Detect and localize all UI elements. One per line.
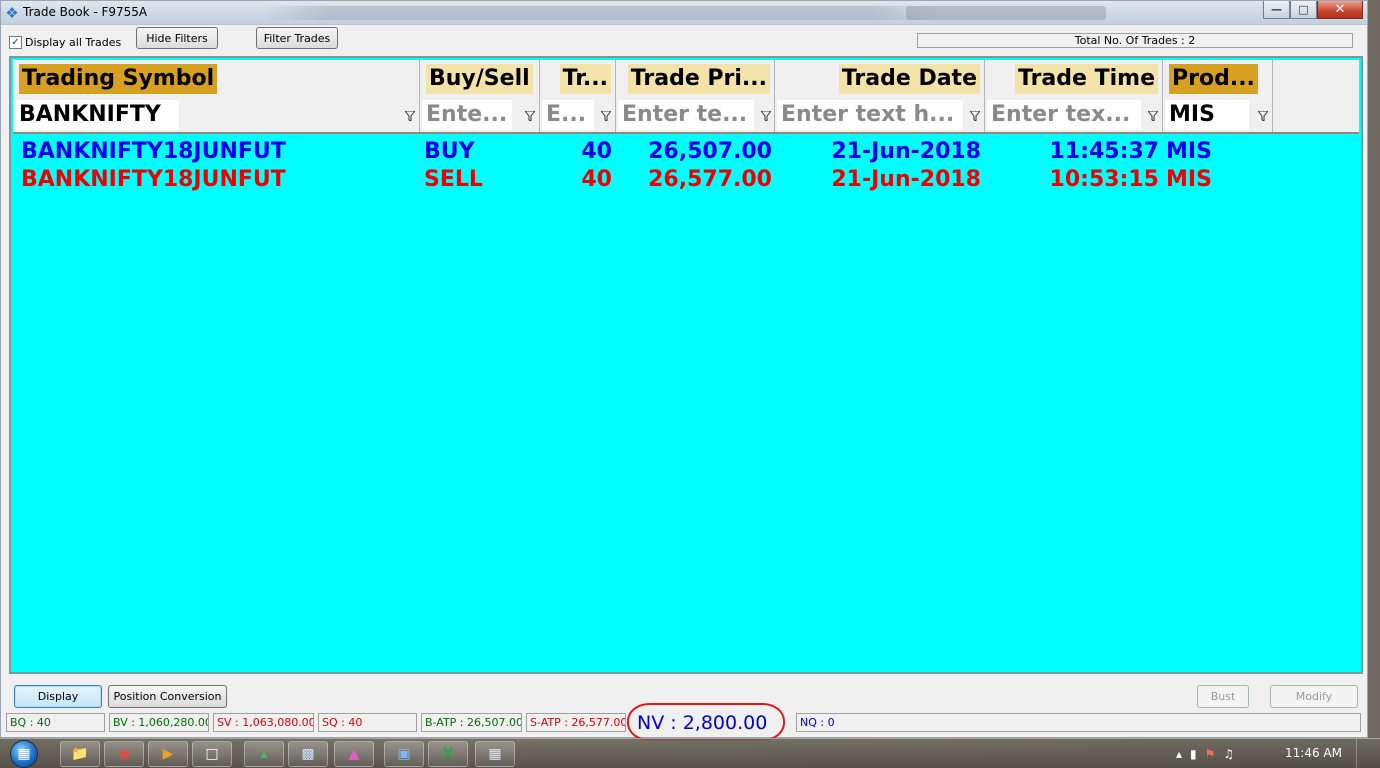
file-explorer-icon[interactable]: 📁	[60, 741, 100, 767]
column-header-trade-date[interactable]: Trade Date	[775, 60, 985, 98]
filter-funnel-icon[interactable]	[1147, 110, 1159, 122]
checkmark-icon[interactable]: ✓	[9, 36, 22, 49]
cell-trade-time: 11:45:37	[1049, 139, 1159, 164]
start-button[interactable]: ▦	[4, 739, 44, 768]
blurred-title-area	[261, 6, 941, 20]
filter-cell-trade-date: Enter text h...	[775, 98, 985, 132]
filter-cell-trade-price: Enter te...	[616, 98, 775, 132]
window-controls: — □ ✕	[1263, 1, 1363, 20]
header-row: Trading Symbol Buy/Sell Tr... Trade Pri.…	[13, 60, 1359, 98]
window-title: Trade Book - F9755A	[23, 5, 148, 19]
total-trades-count: Total No. Of Trades : 2	[917, 33, 1353, 48]
volume-icon[interactable]: ♫	[1223, 747, 1234, 761]
cell-buy-sell: BUY	[424, 139, 475, 164]
status-sell-atp: S-ATP : 26,577.00	[526, 713, 626, 732]
column-header-buy-sell[interactable]: Buy/Sell	[420, 60, 540, 98]
filter-cell-product: MIS	[1163, 98, 1273, 132]
filter-funnel-icon[interactable]	[969, 110, 981, 122]
title-bar[interactable]: ❖ Trade Book - F9755A — □ ✕	[1, 1, 1367, 25]
system-tray: ▴ ▮ ⚑ ♫	[1176, 739, 1234, 768]
status-buy-qty: BQ : 40	[6, 713, 105, 732]
cell-buy-sell: SELL	[424, 167, 483, 192]
trade-book-window: ❖ Trade Book - F9755A — □ ✕ ✓ Display al…	[0, 0, 1368, 741]
display-all-trades-label: Display all Trades	[25, 36, 122, 49]
filter-input-trading-symbol[interactable]: BANKNIFTY	[15, 100, 179, 130]
cell-trade-price: 26,507.00	[648, 139, 772, 164]
table-row[interactable]: BANKNIFTY18JUNFUT SELL 40 26,577.00 21-J…	[13, 166, 1359, 194]
column-header-trade-price[interactable]: Trade Pri...	[616, 60, 775, 98]
chrome-icon[interactable]: ◉	[104, 741, 144, 767]
hide-filters-button[interactable]: Hide Filters	[136, 27, 218, 49]
filter-cell-trade-qty: E...	[540, 98, 616, 132]
status-net-value: NV : 2,800.00	[637, 712, 768, 734]
blurred-title-area	[906, 6, 1106, 20]
cell-trading-symbol: BANKNIFTY18JUNFUT	[21, 167, 286, 192]
filter-input-trade-price[interactable]: Enter te...	[618, 100, 754, 130]
filter-cell-trading-symbol: BANKNIFTY	[13, 98, 420, 132]
cell-trade-qty: 40	[581, 167, 612, 192]
filter-cell-trade-time: Enter tex...	[985, 98, 1163, 132]
cell-trade-date: 21-Jun-2018	[831, 167, 981, 192]
taskbar: ▦ 📁 ◉ ▶ □ ▴ ▩ ▲ ▣ X ▦ ▴ ▮ ⚑ ♫ 11:46 AM	[0, 738, 1380, 768]
filter-input-trade-date[interactable]: Enter text h...	[777, 100, 963, 130]
cell-trade-time: 10:53:15	[1049, 167, 1159, 192]
document-icon[interactable]: □	[192, 741, 232, 767]
window-icon[interactable]: ▩	[288, 741, 328, 767]
status-sell-value: SV : 1,063,080.00	[213, 713, 314, 732]
cell-trading-symbol: BANKNIFTY18JUNFUT	[21, 139, 286, 164]
app-icon: ❖	[5, 4, 19, 22]
trading-terminal-icon[interactable]: ▴	[244, 741, 284, 767]
toolbar: ✓ Display all Trades Hide Filters Filter…	[1, 26, 1367, 54]
cell-product: MIS	[1166, 167, 1212, 192]
cell-trade-date: 21-Jun-2018	[831, 139, 981, 164]
filter-input-trade-qty[interactable]: E...	[542, 100, 594, 130]
calculator-icon[interactable]: ▦	[475, 741, 515, 767]
action-center-icon[interactable]: ⚑	[1205, 747, 1216, 761]
tray-expand-icon[interactable]: ▴	[1176, 747, 1182, 761]
filter-funnel-icon[interactable]	[600, 110, 612, 122]
filter-cell-buy-sell: Ente...	[420, 98, 540, 132]
column-header-trade-time[interactable]: Trade Time	[985, 60, 1163, 98]
status-net-qty: NQ : 0	[796, 713, 1361, 732]
display-button[interactable]: Display	[14, 685, 102, 708]
filter-input-product[interactable]: MIS	[1165, 100, 1249, 130]
filter-row: BANKNIFTY Ente... E... Enter te... Enter…	[13, 98, 1359, 134]
network-icon[interactable]: ▮	[1190, 747, 1197, 761]
remote-desktop-icon[interactable]: ▣	[384, 741, 424, 767]
status-sell-qty: SQ : 40	[318, 713, 417, 732]
close-icon[interactable]: ✕	[1317, 1, 1363, 19]
cell-trade-price: 26,577.00	[648, 167, 772, 192]
maximize-icon[interactable]: □	[1290, 1, 1317, 19]
position-conversion-button[interactable]: Position Conversion	[108, 685, 227, 708]
filter-funnel-icon[interactable]	[760, 110, 772, 122]
status-buy-atp: B-ATP : 26,507.00	[421, 713, 522, 732]
media-player-icon[interactable]: ▶	[148, 741, 188, 767]
filter-trades-button[interactable]: Filter Trades	[256, 27, 338, 49]
minimize-icon[interactable]: —	[1263, 1, 1290, 19]
trades-grid: Trading Symbol Buy/Sell Tr... Trade Pri.…	[9, 56, 1363, 674]
cell-product: MIS	[1166, 139, 1212, 164]
modify-button[interactable]: Modify	[1270, 685, 1358, 708]
bust-button[interactable]: Bust	[1197, 685, 1249, 708]
filter-input-buy-sell[interactable]: Ente...	[422, 100, 512, 130]
display-all-trades-checkbox[interactable]: ✓ Display all Trades	[9, 36, 121, 49]
cell-trade-qty: 40	[581, 139, 612, 164]
excel-icon[interactable]: X	[428, 741, 468, 767]
table-row[interactable]: BANKNIFTY18JUNFUT BUY 40 26,507.00 21-Ju…	[13, 138, 1359, 166]
filter-input-trade-time[interactable]: Enter tex...	[987, 100, 1141, 130]
column-header-trade-qty[interactable]: Tr...	[540, 60, 616, 98]
filter-funnel-icon[interactable]	[1257, 110, 1269, 122]
show-desktop-button[interactable]	[1356, 739, 1370, 768]
start-orb-icon: ▦	[10, 740, 38, 768]
status-buy-value: BV : 1,060,280.00	[109, 713, 209, 732]
filter-funnel-icon[interactable]	[524, 110, 536, 122]
filter-funnel-icon[interactable]	[404, 110, 416, 122]
taskbar-clock[interactable]: 11:46 AM	[1285, 746, 1342, 760]
column-header-product[interactable]: Prod...	[1163, 60, 1273, 98]
paint-icon[interactable]: ▲	[334, 741, 374, 767]
column-header-trading-symbol[interactable]: Trading Symbol	[13, 60, 420, 98]
